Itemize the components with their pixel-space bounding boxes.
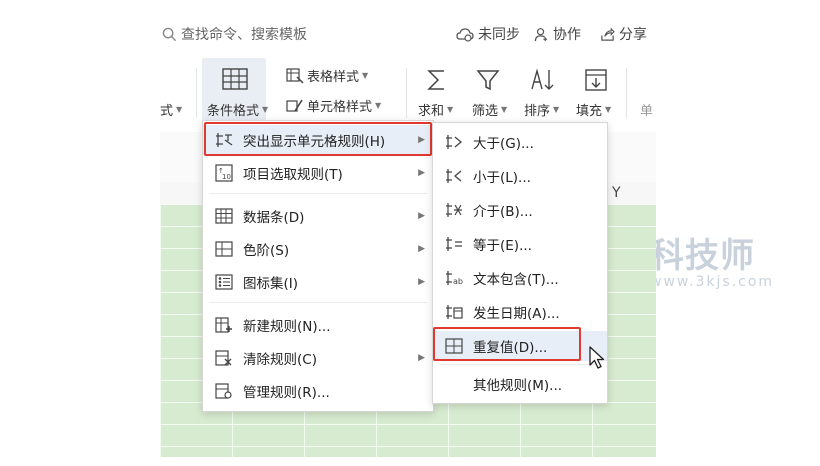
menu-item-label: 项目选取规则(T) xyxy=(243,167,343,183)
menu-item-label: 突出显示单元格规则(H) xyxy=(243,134,386,150)
chevron-right-icon: ▶ xyxy=(418,353,425,363)
cell-style-label: 单元格样式 xyxy=(307,100,373,115)
fill-button[interactable]: 填充 ▼ xyxy=(576,100,611,119)
mouse-cursor-icon xyxy=(589,346,605,369)
style-partial-button[interactable]: 式 ▼ xyxy=(160,100,182,119)
sum-label: 求和 xyxy=(418,104,445,119)
menu-item-label: 数据条(D) xyxy=(243,210,305,226)
clear-rule-icon xyxy=(213,349,235,367)
chevron-right-icon: ▶ xyxy=(418,135,425,145)
submenu-item-date-occurring[interactable]: 发生日期(A)... xyxy=(433,297,607,327)
menu-item-label: 图标集(I) xyxy=(243,276,299,292)
search-icon xyxy=(162,27,177,41)
new-rule-icon xyxy=(213,316,235,334)
highlight-rules-submenu: 大于(G)... 小于(L)... 介于(B)... 等于(E)... ab 文… xyxy=(432,122,608,404)
manage-rule-icon xyxy=(213,382,235,400)
menu-item-color-scale[interactable]: 色阶(S) ▶ xyxy=(203,234,433,264)
watermark-title: 科技师 xyxy=(650,236,755,276)
cell-style-icon xyxy=(286,99,303,112)
submenu-item-text-contains[interactable]: ab 文本包含(T)... xyxy=(433,263,607,293)
submenu-item-equal[interactable]: 等于(E)... xyxy=(433,229,607,259)
date-occurring-icon xyxy=(443,303,465,321)
menu-item-icon-set[interactable]: 图标集(I) ▶ xyxy=(203,267,433,297)
app-window: 查找命令、搜索模板 未同步 协作 分享 式 ▼ 条件格式 ▼ 表格样式 ▼ 单元… xyxy=(160,12,656,457)
chevron-right-icon: ▶ xyxy=(418,244,425,254)
duplicate-values-icon xyxy=(443,337,465,355)
submenu-item-other-rules[interactable]: 其他规则(M)... xyxy=(433,369,607,399)
menu-item-label: 新建规则(N)... xyxy=(243,319,331,335)
menu-item-new-rule[interactable]: 新建规则(N)... xyxy=(203,310,433,340)
search-placeholder: 查找命令、搜索模板 xyxy=(181,27,307,43)
sum-icon xyxy=(427,70,444,90)
sync-label: 未同步 xyxy=(478,27,520,43)
table-style-icon xyxy=(286,67,304,84)
top10-icon: ↑ 10 xyxy=(213,164,235,182)
color-scale-icon xyxy=(213,240,235,258)
menu-item-manage-rule[interactable]: 管理规则(R)... xyxy=(203,376,433,406)
conditional-format-icon xyxy=(222,68,248,90)
submenu-item-duplicate-values[interactable]: 重复值(D)... xyxy=(433,331,607,361)
text-contains-icon: ab xyxy=(443,269,465,287)
highlight-rules-icon xyxy=(213,131,235,149)
menu-item-highlight-rules[interactable]: 突出显示单元格规则(H) ▶ xyxy=(203,125,433,155)
conditional-format-label: 条件格式 xyxy=(207,104,260,119)
share-label: 分享 xyxy=(619,27,647,43)
chevron-right-icon: ▶ xyxy=(418,168,425,178)
right-partial-label: 单 xyxy=(640,104,654,119)
share-button[interactable]: 分享 xyxy=(600,24,647,44)
collab-label: 协作 xyxy=(553,27,581,43)
svg-text:ab: ab xyxy=(453,277,463,286)
submenu-item-between[interactable]: 介于(B)... xyxy=(433,195,607,225)
fill-label: 填充 xyxy=(576,104,603,119)
submenu-item-label: 介于(B)... xyxy=(473,204,533,220)
filter-label: 筛选 xyxy=(472,104,499,119)
table-style-button[interactable]: 表格样式 ▼ xyxy=(286,66,368,85)
submenu-item-label: 重复值(D)... xyxy=(473,340,548,356)
submenu-item-label: 大于(G)... xyxy=(473,136,534,152)
cell-style-button[interactable]: 单元格样式 ▼ xyxy=(286,96,381,115)
command-search[interactable]: 查找命令、搜索模板 xyxy=(162,24,307,44)
top-bar: 查找命令、搜索模板 未同步 协作 分享 xyxy=(160,12,656,58)
collab-button[interactable]: 协作 xyxy=(534,24,581,44)
user-icon xyxy=(534,27,548,41)
sum-button[interactable]: 求和 ▼ xyxy=(418,100,453,119)
cloud-icon xyxy=(456,27,474,42)
menu-item-label: 清除规则(C) xyxy=(243,352,317,368)
submenu-item-label: 小于(L)... xyxy=(473,170,531,186)
submenu-item-label: 其他规则(M)... xyxy=(473,378,563,394)
chevron-right-icon: ▶ xyxy=(418,211,425,221)
sort-icon xyxy=(531,68,554,90)
data-bar-icon xyxy=(213,207,235,225)
share-icon xyxy=(601,27,615,41)
submenu-item-greater-than[interactable]: 大于(G)... xyxy=(433,127,607,157)
chevron-right-icon: ▶ xyxy=(418,277,425,287)
menu-item-label: 管理规则(R)... xyxy=(243,385,330,401)
submenu-item-label: 发生日期(A)... xyxy=(473,306,560,322)
conditional-format-menu: 突出显示单元格规则(H) ▶ ↑ 10 项目选取规则(T) ▶ 数据条(D) ▶ … xyxy=(202,120,434,412)
between-icon xyxy=(443,201,465,219)
less-than-icon xyxy=(443,167,465,185)
menu-item-top-rules[interactable]: ↑ 10 项目选取规则(T) ▶ xyxy=(203,158,433,188)
filter-button[interactable]: 筛选 ▼ xyxy=(472,100,507,119)
style-partial-label: 式 xyxy=(160,104,174,119)
table-style-label: 表格样式 xyxy=(307,70,360,85)
submenu-item-label: 文本包含(T)... xyxy=(473,272,559,288)
sync-status[interactable]: 未同步 xyxy=(456,24,520,44)
equal-icon xyxy=(443,235,465,253)
sort-button[interactable]: 排序 ▼ xyxy=(524,100,559,119)
menu-item-clear-rule[interactable]: 清除规则(C) ▶ xyxy=(203,343,433,373)
filter-icon xyxy=(476,70,500,91)
fill-icon xyxy=(585,69,607,91)
svg-text:10: 10 xyxy=(222,173,231,181)
menu-item-label: 色阶(S) xyxy=(243,243,290,259)
submenu-item-label: 等于(E)... xyxy=(473,238,532,254)
watermark-url: www.3kjs.com xyxy=(650,274,775,290)
menu-item-data-bar[interactable]: 数据条(D) ▶ xyxy=(203,201,433,231)
greater-than-icon xyxy=(443,133,465,151)
column-header-y[interactable]: Y xyxy=(612,185,621,201)
icon-set-icon xyxy=(213,273,235,291)
submenu-item-less-than[interactable]: 小于(L)... xyxy=(433,161,607,191)
sort-label: 排序 xyxy=(524,104,551,119)
